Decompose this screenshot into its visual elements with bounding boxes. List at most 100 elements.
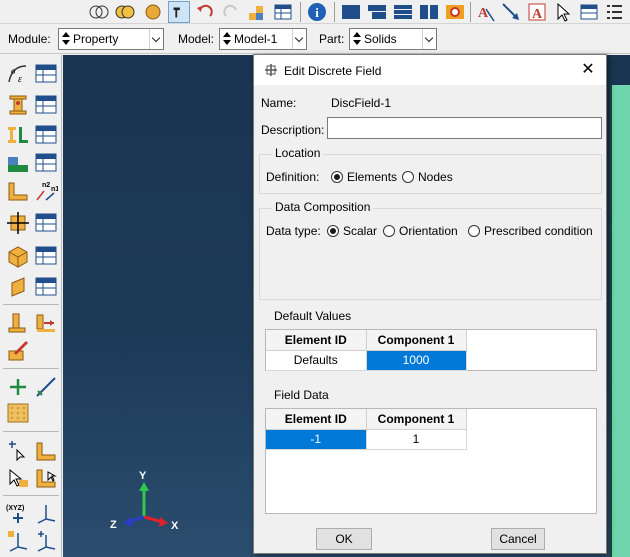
radio-orientation-label: Orientation <box>399 224 458 238</box>
field-data-grid: Element ID Component 1 -1 1 <box>266 409 467 450</box>
text-box-icon[interactable]: A <box>526 1 548 23</box>
location-title: Location <box>272 146 324 160</box>
material-manager-icon[interactable] <box>34 62 58 86</box>
svg-text:σ: σ <box>11 66 16 76</box>
assign-section-icon[interactable] <box>6 151 30 175</box>
name-label: Name: <box>261 96 297 110</box>
radio-button-icon[interactable] <box>327 225 339 237</box>
module-combo[interactable]: Property <box>58 28 164 50</box>
list-icon[interactable] <box>604 1 626 23</box>
radio-nodes-label: Nodes <box>418 170 453 184</box>
rebar-manager-icon[interactable] <box>34 211 58 235</box>
spin-arrows-icon[interactable] <box>352 31 361 47</box>
stringer-icon[interactable] <box>6 275 30 299</box>
hammer-icon[interactable] <box>168 1 190 23</box>
assign-beam-orientation-icon[interactable] <box>6 179 30 203</box>
boolean-intersect-icon[interactable] <box>114 1 136 23</box>
column-header-component-1[interactable]: Component 1 <box>366 409 467 430</box>
shaded-sphere-icon[interactable] <box>142 1 164 23</box>
part-geometry[interactable] <box>611 85 630 557</box>
csys-edit-icon[interactable] <box>34 529 58 553</box>
dialog-title: Edit Discrete Field <box>284 64 382 78</box>
spin-arrows-icon[interactable] <box>222 31 231 47</box>
redo-icon[interactable] <box>220 1 242 23</box>
datum-axis-icon[interactable] <box>34 375 58 399</box>
profile-manager-icon[interactable] <box>34 123 58 147</box>
radio-nodes[interactable]: Nodes <box>402 170 453 184</box>
part-combo[interactable]: Solids <box>349 28 437 50</box>
table-cell-selected[interactable]: 1000 <box>366 350 467 371</box>
table-cell[interactable]: Defaults <box>266 350 367 371</box>
text-annotation-icon[interactable]: A <box>474 1 496 23</box>
model-combo[interactable]: Model-1 <box>219 28 307 50</box>
assignment-manager-icon[interactable] <box>34 151 58 175</box>
data-composition-group: Data Composition Data type: Scalar Orien… <box>259 200 602 300</box>
view-layout-3-icon[interactable] <box>392 1 414 23</box>
default-values-grid: Element ID Component 1 Defaults 1000 <box>266 330 467 371</box>
column-header-element-id[interactable]: Element ID <box>266 330 367 351</box>
boolean-union-icon[interactable] <box>88 1 110 23</box>
set-create-icon[interactable] <box>6 439 30 463</box>
undo-icon[interactable] <box>194 1 216 23</box>
radio-button-icon[interactable] <box>383 225 395 237</box>
select-cursor-icon[interactable] <box>552 1 574 23</box>
surface-manager-icon[interactable] <box>34 466 58 490</box>
spin-arrows-icon[interactable] <box>61 31 70 47</box>
close-icon[interactable]: ✕ <box>578 60 598 80</box>
set-manager-icon[interactable] <box>34 439 58 463</box>
stringer-manager-icon[interactable] <box>34 275 58 299</box>
default-values-table[interactable]: Element ID Component 1 Defaults 1000 <box>265 329 597 371</box>
chevron-down-icon[interactable] <box>149 29 163 49</box>
view-layout-2-icon[interactable] <box>366 1 388 23</box>
datum-point-icon[interactable] <box>6 375 30 399</box>
svg-text:n1: n1 <box>51 186 58 193</box>
dialog-titlebar[interactable]: Edit Discrete Field ✕ <box>254 55 606 85</box>
profile-icon[interactable] <box>6 123 30 147</box>
radio-prescribed-condition[interactable]: Prescribed condition <box>468 224 593 238</box>
table-icon[interactable] <box>272 1 294 23</box>
table-cell-selected[interactable]: -1 <box>266 429 367 450</box>
create-section-icon[interactable] <box>6 93 30 117</box>
viewport-camera-icon[interactable] <box>444 1 466 23</box>
svg-text:n2: n2 <box>42 182 50 189</box>
location-group: Location Definition: Elements Nodes <box>259 146 602 194</box>
ok-button[interactable]: OK <box>316 528 372 550</box>
radio-orientation[interactable]: Orientation <box>383 224 458 238</box>
field-data-table[interactable]: Element ID Component 1 -1 1 <box>265 408 597 514</box>
info-icon[interactable]: i <box>306 1 328 23</box>
description-label: Description: <box>261 123 325 137</box>
column-header-element-id[interactable]: Element ID <box>266 409 367 430</box>
datum-csys-icon[interactable] <box>34 501 58 525</box>
table-cell[interactable]: 1 <box>366 429 467 450</box>
surface-create-icon[interactable] <box>6 466 30 490</box>
material-stress-strain-icon[interactable]: εσ <box>6 62 30 86</box>
cancel-button[interactable]: Cancel <box>491 528 545 550</box>
arrow-annotation-icon[interactable] <box>500 1 522 23</box>
special-inertia-icon[interactable] <box>6 311 30 335</box>
module-value: Property <box>73 32 119 46</box>
section-manager-icon[interactable] <box>34 93 58 117</box>
blocks-icon[interactable] <box>246 1 268 23</box>
view-layout-4-icon[interactable] <box>418 1 440 23</box>
csys-create-icon[interactable]: (XYZ) <box>6 501 30 525</box>
part-value: Solids <box>364 32 397 46</box>
csys-manager-icon[interactable] <box>6 529 30 553</box>
assign-rebar-reference-icon[interactable] <box>6 211 30 235</box>
partition-icon[interactable] <box>6 401 30 425</box>
skin-icon[interactable] <box>6 244 30 268</box>
chevron-down-icon[interactable] <box>292 29 306 49</box>
radio-elements[interactable]: Elements <box>331 170 397 184</box>
edit-attribute-icon[interactable] <box>6 339 30 363</box>
radio-button-icon[interactable] <box>331 171 343 183</box>
radio-scalar[interactable]: Scalar <box>327 224 377 238</box>
radio-button-icon[interactable] <box>468 225 480 237</box>
assign-normal-direction-icon[interactable]: n2n1 <box>34 179 58 203</box>
chevron-down-icon[interactable] <box>422 29 436 49</box>
column-header-component-1[interactable]: Component 1 <box>366 330 467 351</box>
skin-manager-icon[interactable] <box>34 244 58 268</box>
description-field[interactable] <box>327 117 602 139</box>
radio-button-icon[interactable] <box>402 171 414 183</box>
engineering-feature-icon[interactable] <box>34 311 58 335</box>
annotation-manager-icon[interactable] <box>578 1 600 23</box>
view-layout-1-icon[interactable] <box>340 1 362 23</box>
